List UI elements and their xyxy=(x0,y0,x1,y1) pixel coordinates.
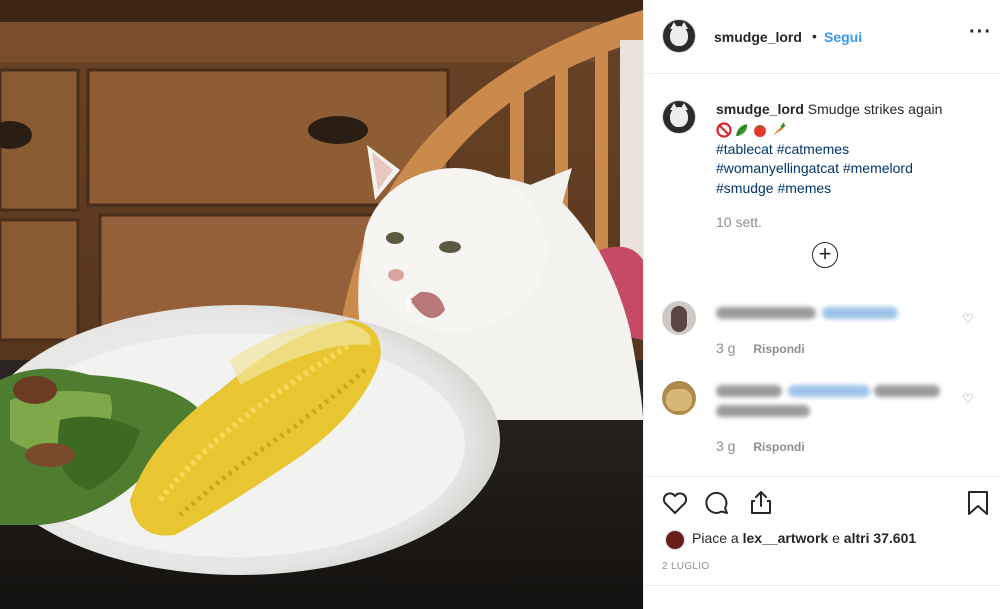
comment-like-heart-icon[interactable]: ♡ xyxy=(962,391,974,407)
comment-meta: 3 g Rispondi xyxy=(716,438,805,454)
reply-button[interactable]: Rispondi xyxy=(753,342,804,356)
comment-meta: 3 g Rispondi xyxy=(716,340,805,356)
caption-body: Smudge strikes again xyxy=(807,101,943,117)
likes-others[interactable]: altri 37.601 xyxy=(844,530,916,546)
post-photo[interactable] xyxy=(0,0,643,609)
caption-username[interactable]: smudge_lord xyxy=(716,101,804,117)
post-side-panel: smudge_lord • Segui ··· smudge_lord Smud… xyxy=(643,0,1000,609)
caption-author-avatar[interactable] xyxy=(662,100,696,134)
share-icon[interactable] xyxy=(747,489,775,517)
likes-mid: e xyxy=(828,530,844,546)
divider xyxy=(644,585,1000,586)
carrot-emoji xyxy=(772,122,786,136)
hashtags-line-3[interactable]: #smudge #memes xyxy=(716,179,986,199)
comment-text-blurred xyxy=(716,405,810,417)
post-header: smudge_lord • Segui ··· xyxy=(644,0,1000,74)
comment-mention-blurred xyxy=(822,307,898,319)
comment-text-blurred xyxy=(874,385,940,397)
hashtags-line-2[interactable]: #womanyellingatcat #memelord xyxy=(716,159,986,179)
follow-button[interactable]: Segui xyxy=(824,29,862,45)
likes-summary[interactable]: Piace a lex__artwork e altri 37.601 xyxy=(692,530,916,546)
header-separator: • xyxy=(812,28,817,44)
tomato-emoji xyxy=(754,125,766,137)
post-date[interactable]: 2 LUGLIO xyxy=(662,561,709,572)
likes-user[interactable]: lex__artwork xyxy=(743,530,829,546)
hashtags-line-1[interactable]: #tablecat #catmemes xyxy=(716,140,986,160)
save-bookmark-icon[interactable] xyxy=(964,489,992,517)
leafy-greens-emoji xyxy=(736,124,748,136)
load-more-comments-icon[interactable]: + xyxy=(812,242,838,268)
author-avatar[interactable] xyxy=(662,19,696,53)
post-actions-bar: Piace a lex__artwork e altri 37.601 2 LU… xyxy=(644,476,1000,586)
caption-text-block: smudge_lord Smudge strikes again #tablec… xyxy=(716,100,986,198)
likes-prefix: Piace a xyxy=(692,530,743,546)
caption-timestamp[interactable]: 10 sett. xyxy=(716,214,762,230)
comment-bubble-icon[interactable] xyxy=(703,489,731,517)
cat-at-table-image xyxy=(0,0,643,609)
comment-time[interactable]: 3 g xyxy=(716,438,735,454)
comment-like-heart-icon[interactable]: ♡ xyxy=(962,311,974,327)
commenter-avatar[interactable] xyxy=(662,381,696,415)
comment-time[interactable]: 3 g xyxy=(716,340,735,356)
reply-button[interactable]: Rispondi xyxy=(753,440,804,454)
commenter-avatar[interactable] xyxy=(662,301,696,335)
more-options-icon[interactable]: ··· xyxy=(969,21,992,44)
commenter-username-blurred xyxy=(716,385,782,397)
comment-mention-blurred xyxy=(788,385,870,397)
caption-emojis xyxy=(716,121,986,140)
no-entry-emoji xyxy=(716,122,732,138)
commenter-username-blurred xyxy=(716,307,816,319)
like-heart-icon[interactable] xyxy=(661,489,689,517)
liker-avatar[interactable] xyxy=(665,530,685,550)
author-username[interactable]: smudge_lord xyxy=(714,29,802,45)
